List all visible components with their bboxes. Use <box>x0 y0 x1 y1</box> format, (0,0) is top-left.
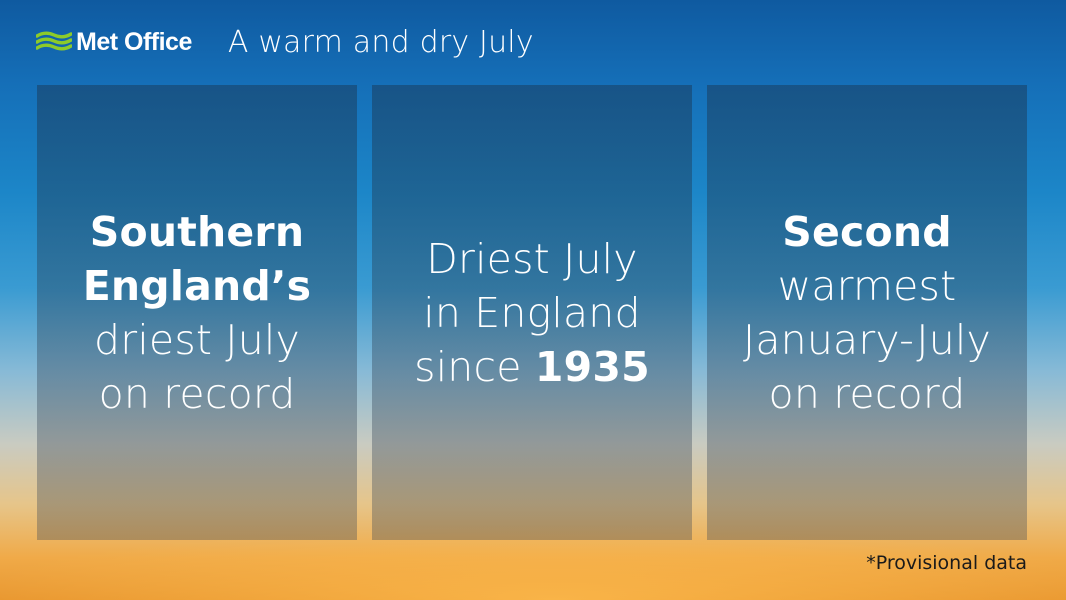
stat-line: Second <box>782 207 952 256</box>
stat-line: warmest <box>777 261 957 310</box>
stat-panel-text: Second warmest January-July on record <box>743 205 991 421</box>
stat-line: on record <box>768 369 966 418</box>
stat-line: Southern <box>89 207 305 256</box>
stat-line: driest July <box>94 315 300 364</box>
stat-year: 1935 <box>534 342 650 391</box>
stat-line-prefix: since <box>414 342 535 391</box>
stat-panel-second-warmest: Second warmest January-July on record <box>707 85 1027 540</box>
stat-panel-driest-july-england: Driest July in England since 1935 <box>372 85 692 540</box>
met-office-logo: Met Office <box>36 28 192 57</box>
provisional-data-note: *Provisional data <box>866 552 1027 574</box>
stat-line: January-July <box>743 315 991 364</box>
stat-panel-text: Southern England’s driest July on record <box>83 205 312 421</box>
header: Met Office A warm and dry July <box>36 22 534 62</box>
stat-line: Driest July <box>426 234 638 283</box>
stat-line: in England <box>423 288 641 337</box>
stat-panel-southern-england: Southern England’s driest July on record <box>37 85 357 540</box>
stat-panel-text: Driest July in England since 1935 <box>414 232 650 394</box>
page-title: A warm and dry July <box>227 24 534 60</box>
brand-name: Met Office <box>76 27 192 56</box>
met-office-wave-icon <box>36 31 72 51</box>
stat-line: since 1935 <box>414 340 650 394</box>
stat-line: on record <box>98 369 296 418</box>
stat-line: England’s <box>82 261 312 310</box>
